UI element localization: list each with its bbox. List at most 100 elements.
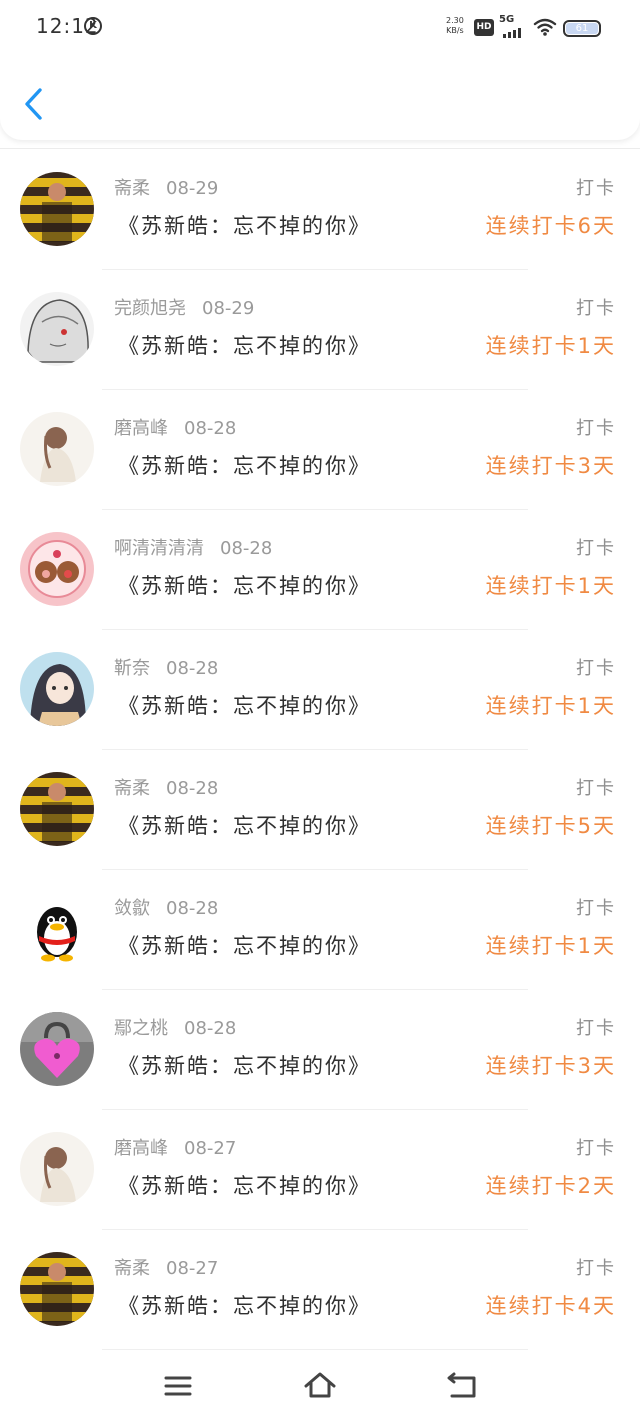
user-name[interactable]: 鄢之桃 [114, 1018, 168, 1039]
book-title[interactable]: 《苏新皓：忘不掉的你》 [118, 1050, 371, 1080]
checkin-date: 08-28 [166, 778, 219, 799]
list-item[interactable]: 啊清清清清 08-28 《苏新皓：忘不掉的你》 打卡 连续打卡1天 [0, 510, 640, 630]
checkin-list: 斋柔 08-29 《苏新皓：忘不掉的你》 打卡 连续打卡6天 完颜旭尧 08-29 … [0, 150, 640, 1350]
signal-icon: 5G [499, 14, 527, 38]
back-icon [447, 1372, 476, 1398]
avatar[interactable] [20, 172, 94, 246]
list-item[interactable]: 敛歙 08-28 《苏新皓：忘不掉的你》 打卡 连续打卡1天 [0, 870, 640, 990]
book-title[interactable]: 《苏新皓：忘不掉的你》 [118, 690, 371, 720]
system-back-button[interactable] [444, 1368, 480, 1404]
checkin-date: 08-29 [166, 178, 219, 199]
book-title[interactable]: 《苏新皓：忘不掉的你》 [118, 1170, 371, 1200]
avatar[interactable] [20, 1252, 94, 1326]
streak-label: 连续打卡5天 [485, 814, 616, 838]
user-meta: 敛歙 08-28 [114, 894, 218, 920]
home-button[interactable] [302, 1368, 338, 1404]
system-nav-bar [0, 1350, 640, 1425]
user-name[interactable]: 磨高峰 [114, 1138, 168, 1159]
streak-label: 连续打卡1天 [485, 334, 616, 358]
user-name[interactable]: 啊清清清清 [114, 538, 204, 559]
avatar[interactable] [20, 532, 94, 606]
checkin-label: 打卡 [576, 298, 616, 319]
list-item[interactable]: 完颜旭尧 08-29 《苏新皓：忘不掉的你》 打卡 连续打卡1天 [0, 270, 640, 390]
page: 12:12 K 2.30 KB/s HD 5G 61 斋柔 08-29 《苏新皓… [0, 0, 640, 1425]
streak-label: 连续打卡6天 [485, 214, 616, 238]
avatar[interactable] [20, 412, 94, 486]
k-badge-icon: K [84, 17, 102, 35]
network-speed: 2.30 KB/s [446, 16, 464, 36]
streak-label: 连续打卡1天 [485, 694, 616, 718]
checkin-label: 打卡 [576, 1018, 616, 1039]
avatar[interactable] [20, 1132, 94, 1206]
book-title[interactable]: 《苏新皓：忘不掉的你》 [118, 210, 371, 240]
streak-label: 连续打卡1天 [485, 574, 616, 598]
checkin-date: 08-28 [184, 418, 237, 439]
back-button[interactable] [22, 86, 46, 122]
checkin-label: 打卡 [576, 538, 616, 559]
avatar[interactable] [20, 772, 94, 846]
user-meta: 磨高峰 08-28 [114, 414, 236, 440]
menu-icon [164, 1376, 192, 1396]
checkin-label: 打卡 [576, 778, 616, 799]
book-title[interactable]: 《苏新皓：忘不掉的你》 [118, 330, 371, 360]
list-item[interactable]: 磨高峰 08-28 《苏新皓：忘不掉的你》 打卡 连续打卡3天 [0, 390, 640, 510]
user-name[interactable]: 敛歙 [114, 898, 150, 919]
home-icon [304, 1372, 336, 1398]
checkin-date: 08-29 [202, 298, 255, 319]
user-meta: 靳奈 08-28 [114, 654, 218, 680]
battery-icon: 61 [563, 20, 601, 37]
list-item[interactable]: 磨高峰 08-27 《苏新皓：忘不掉的你》 打卡 连续打卡2天 [0, 1110, 640, 1230]
list-item[interactable]: 斋柔 08-29 《苏新皓：忘不掉的你》 打卡 连续打卡6天 [0, 150, 640, 270]
hd-icon: HD [474, 19, 494, 36]
list-item[interactable]: 斋柔 08-28 《苏新皓：忘不掉的你》 打卡 连续打卡5天 [0, 750, 640, 870]
user-name[interactable]: 斋柔 [114, 178, 150, 199]
avatar[interactable] [20, 652, 94, 726]
user-meta: 斋柔 08-29 [114, 174, 218, 200]
book-title[interactable]: 《苏新皓：忘不掉的你》 [118, 810, 371, 840]
user-name[interactable]: 磨高峰 [114, 418, 168, 439]
wifi-icon [533, 17, 557, 41]
checkin-label: 打卡 [576, 898, 616, 919]
list-item[interactable]: 靳奈 08-28 《苏新皓：忘不掉的你》 打卡 连续打卡1天 [0, 630, 640, 750]
user-name[interactable]: 斋柔 [114, 778, 150, 799]
checkin-date: 08-28 [220, 538, 273, 559]
book-title[interactable]: 《苏新皓：忘不掉的你》 [118, 450, 371, 480]
book-title[interactable]: 《苏新皓：忘不掉的你》 [118, 930, 371, 960]
streak-label: 连续打卡1天 [485, 934, 616, 958]
list-item[interactable]: 鄢之桃 08-28 《苏新皓：忘不掉的你》 打卡 连续打卡3天 [0, 990, 640, 1110]
user-name[interactable]: 完颜旭尧 [114, 298, 186, 319]
network-type-label: 5G [499, 14, 515, 25]
checkin-label: 打卡 [576, 178, 616, 199]
avatar[interactable] [20, 1012, 94, 1086]
user-meta: 鄢之桃 08-28 [114, 1014, 236, 1040]
checkin-date: 08-28 [184, 1018, 237, 1039]
streak-label: 连续打卡4天 [485, 1294, 616, 1318]
book-title[interactable]: 《苏新皓：忘不掉的你》 [118, 570, 371, 600]
avatar[interactable] [20, 292, 94, 366]
user-meta: 啊清清清清 08-28 [114, 534, 272, 560]
checkin-label: 打卡 [576, 1138, 616, 1159]
chevron-left-icon [25, 88, 42, 120]
checkin-date: 08-28 [166, 658, 219, 679]
avatar[interactable] [20, 892, 94, 966]
user-meta: 斋柔 08-28 [114, 774, 218, 800]
checkin-label: 打卡 [576, 418, 616, 439]
list-item[interactable]: 斋柔 08-27 《苏新皓：忘不掉的你》 打卡 连续打卡4天 [0, 1230, 640, 1350]
checkin-label: 打卡 [576, 658, 616, 679]
checkin-date: 08-27 [184, 1138, 237, 1159]
user-meta: 斋柔 08-27 [114, 1254, 218, 1280]
header-divider [0, 148, 640, 149]
battery-level: 61 [566, 23, 598, 34]
streak-label: 连续打卡3天 [485, 1054, 616, 1078]
header-card: 12:12 K 2.30 KB/s HD 5G 61 [0, 0, 640, 140]
book-title[interactable]: 《苏新皓：忘不掉的你》 [118, 1290, 371, 1320]
user-name[interactable]: 斋柔 [114, 1258, 150, 1279]
streak-label: 连续打卡3天 [485, 454, 616, 478]
user-name[interactable]: 靳奈 [114, 658, 150, 679]
menu-button[interactable] [160, 1368, 196, 1404]
signal-bars-icon [503, 28, 521, 38]
checkin-date: 08-28 [166, 898, 219, 919]
checkin-label: 打卡 [576, 1258, 616, 1279]
user-meta: 磨高峰 08-27 [114, 1134, 236, 1160]
streak-label: 连续打卡2天 [485, 1174, 616, 1198]
